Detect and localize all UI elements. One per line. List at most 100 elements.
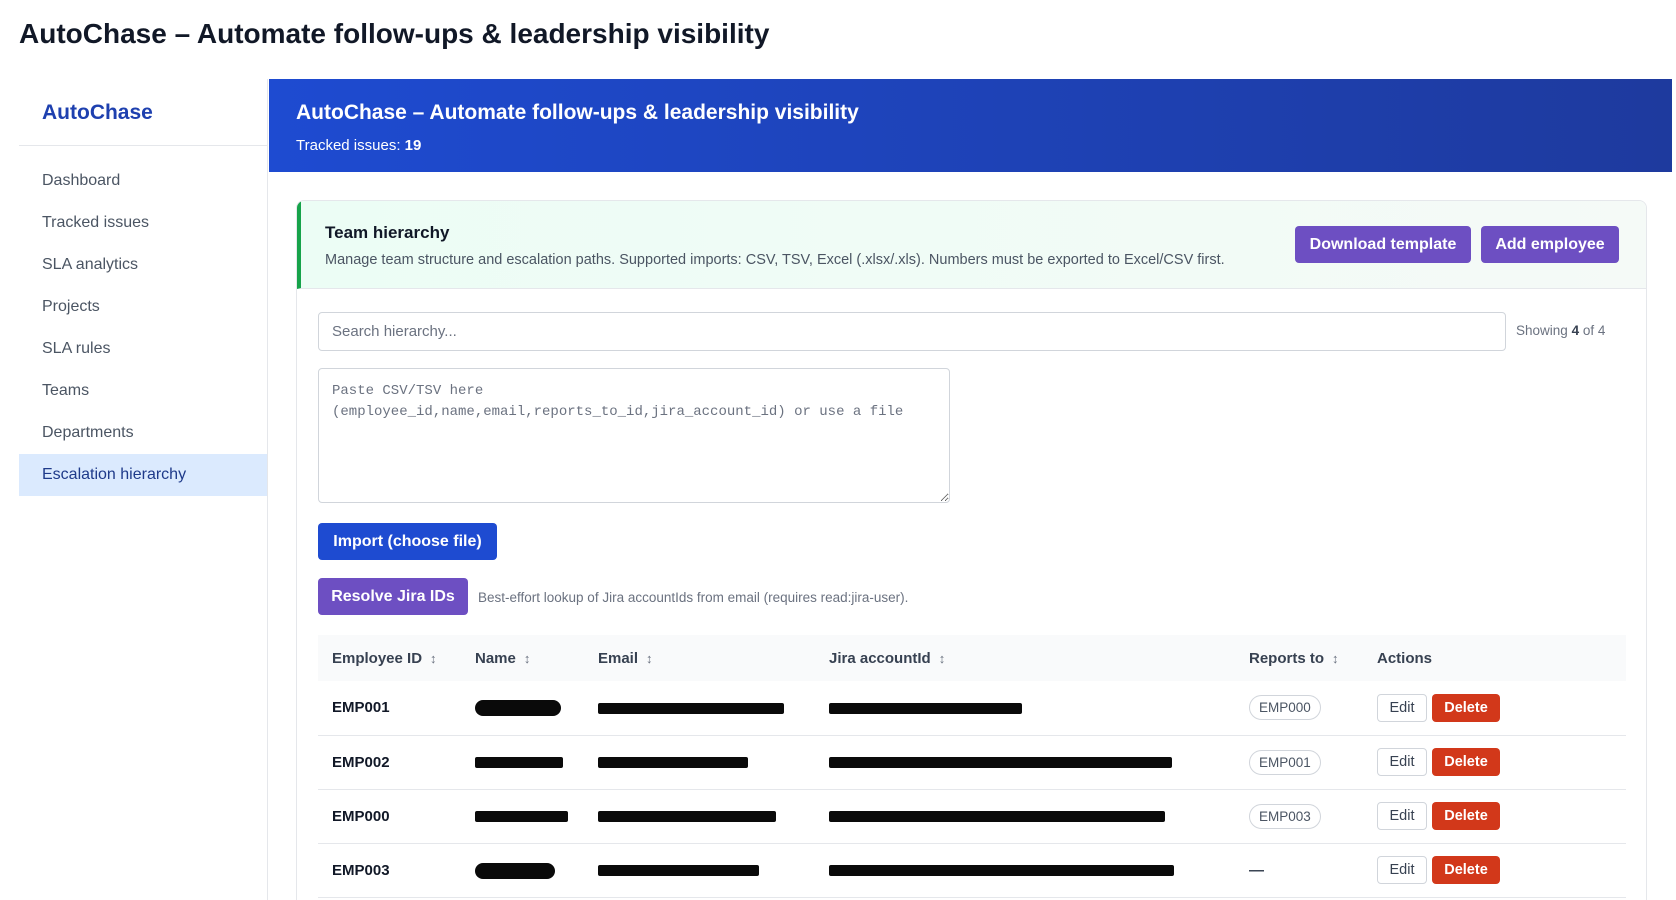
name-cell <box>461 735 584 790</box>
redaction-mark <box>475 757 563 769</box>
jira-accountid-cell <box>815 681 1235 736</box>
email-cell <box>584 843 815 898</box>
sort-icon[interactable]: ↕ <box>646 651 653 666</box>
employee-id-cell: EMP003 <box>318 843 461 898</box>
reports-to-cell: EMP003 <box>1235 789 1363 844</box>
card-header: Team hierarchy Manage team structure and… <box>297 201 1646 289</box>
sidebar-item-sla-rules[interactable]: SLA rules <box>19 328 267 370</box>
reports-to-badge: EMP000 <box>1249 695 1321 721</box>
tracked-issues-summary: Tracked issues: 19 <box>296 137 1672 154</box>
email-cell <box>584 735 815 790</box>
delete-button[interactable]: Delete <box>1432 802 1500 830</box>
reports-to-badge: EMP001 <box>1249 749 1321 775</box>
sidebar-item-escalation-hierarchy[interactable]: Escalation hierarchy <box>19 454 267 496</box>
showing-number: 4 <box>1571 323 1580 338</box>
table-row: EMP002 EMP001 Edit Delete <box>318 735 1626 790</box>
table-row: EMP000 EMP003 Edit Delete <box>318 789 1626 844</box>
resolve-note: Best-effort lookup of Jira accountIds fr… <box>478 590 909 605</box>
redaction-mark <box>475 862 555 879</box>
jira-accountid-cell <box>815 789 1235 844</box>
redaction-mark <box>829 757 1172 769</box>
paste-csv-textarea[interactable] <box>318 368 950 503</box>
sidebar-item-departments[interactable]: Departments <box>19 412 267 454</box>
column-label: Reports to <box>1249 649 1324 667</box>
table-row: EMP001 EMP000 Edit Delete <box>318 681 1626 736</box>
reports-to-badge: EMP003 <box>1249 803 1321 829</box>
column-header-reports-to[interactable]: Reports to ↕ <box>1235 635 1363 681</box>
reports-to-cell: EMP001 <box>1235 735 1363 790</box>
column-header-jira-accountid[interactable]: Jira accountId ↕ <box>815 635 1235 681</box>
redaction-mark <box>829 702 1022 714</box>
team-hierarchy-card: Team hierarchy Manage team structure and… <box>296 200 1647 900</box>
reports-to-cell: EMP000 <box>1235 681 1363 736</box>
column-header-actions: Actions <box>1363 635 1626 681</box>
tracked-issues-label: Tracked issues: <box>296 137 401 154</box>
employee-id-cell: EMP002 <box>318 735 461 790</box>
sidebar-nav: Dashboard Tracked issues SLA analytics P… <box>19 146 267 496</box>
edit-button[interactable]: Edit <box>1377 693 1427 722</box>
actions-cell: Edit Delete <box>1363 681 1626 736</box>
column-label: Actions <box>1377 649 1433 667</box>
reports-to-empty: — <box>1249 861 1264 879</box>
jira-accountid-cell <box>815 735 1235 790</box>
name-cell <box>461 681 584 736</box>
sidebar-item-teams[interactable]: Teams <box>19 370 267 412</box>
sidebar: AutoChase Dashboard Tracked issues SLA a… <box>19 79 268 900</box>
employee-id-cell: EMP000 <box>318 789 461 844</box>
column-header-employee-id[interactable]: Employee ID ↕ <box>318 635 461 681</box>
redaction-mark <box>598 865 759 877</box>
name-cell <box>461 843 584 898</box>
table-row: EMP003 — Edit Delete <box>318 843 1626 898</box>
sort-icon[interactable]: ↕ <box>524 651 531 666</box>
column-label: Email <box>598 649 639 667</box>
jira-accountid-cell <box>815 843 1235 898</box>
column-label: Jira accountId <box>829 649 931 667</box>
sort-icon[interactable]: ↕ <box>1332 651 1339 666</box>
column-label: Name <box>475 649 516 667</box>
sidebar-item-projects[interactable]: Projects <box>19 286 267 328</box>
page-title: AutoChase – Automate follow-ups & leader… <box>19 18 770 49</box>
showing-prefix: Showing <box>1516 323 1568 338</box>
sidebar-item-sla-analytics[interactable]: SLA analytics <box>19 244 267 286</box>
column-label: Employee ID <box>332 649 423 667</box>
hierarchy-table: Employee ID ↕ Name ↕ Email ↕ Jira accountId… <box>318 635 1626 898</box>
delete-button[interactable]: Delete <box>1432 693 1500 722</box>
sidebar-item-dashboard[interactable]: Dashboard <box>19 160 267 202</box>
actions-cell: Edit Delete <box>1363 735 1626 790</box>
email-cell <box>584 681 815 736</box>
edit-button[interactable]: Edit <box>1377 748 1427 776</box>
redaction-mark <box>598 811 776 823</box>
showing-count: Showing 4 of 4 <box>1516 323 1605 338</box>
resolve-jira-ids-button[interactable]: Resolve Jira IDs <box>318 578 468 615</box>
sidebar-brand[interactable]: AutoChase <box>19 79 267 146</box>
import-file-button[interactable]: Import (choose file) <box>318 523 497 560</box>
redaction-mark <box>829 811 1165 823</box>
redaction-mark <box>598 757 748 769</box>
add-employee-button[interactable]: Add employee <box>1481 226 1619 263</box>
search-input[interactable] <box>318 312 1506 351</box>
showing-suffix: of 4 <box>1582 323 1606 338</box>
tracked-issues-count: 19 <box>404 137 422 154</box>
actions-cell: Edit Delete <box>1363 843 1626 898</box>
redaction-mark <box>829 865 1174 877</box>
card-description: Manage team structure and escalation pat… <box>325 252 1225 268</box>
app-header: AutoChase – Automate follow-ups & leader… <box>269 79 1672 172</box>
name-cell <box>461 789 584 844</box>
edit-button[interactable]: Edit <box>1377 856 1427 884</box>
column-header-name[interactable]: Name ↕ <box>461 635 584 681</box>
sidebar-item-tracked-issues[interactable]: Tracked issues <box>19 202 267 244</box>
header-title: AutoChase – Automate follow-ups & leader… <box>296 101 859 124</box>
sort-icon[interactable]: ↕ <box>430 651 437 666</box>
table-header-row: Employee ID ↕ Name ↕ Email ↕ Jira accountId… <box>318 635 1626 681</box>
redaction-mark <box>475 811 568 823</box>
email-cell <box>584 789 815 844</box>
employee-id-cell: EMP001 <box>318 681 461 736</box>
sort-icon[interactable]: ↕ <box>939 651 946 666</box>
redaction-mark <box>475 700 561 717</box>
redaction-mark <box>598 702 784 714</box>
download-template-button[interactable]: Download template <box>1295 226 1471 263</box>
delete-button[interactable]: Delete <box>1432 856 1500 884</box>
delete-button[interactable]: Delete <box>1432 748 1500 776</box>
column-header-email[interactable]: Email ↕ <box>584 635 815 681</box>
edit-button[interactable]: Edit <box>1377 802 1427 830</box>
